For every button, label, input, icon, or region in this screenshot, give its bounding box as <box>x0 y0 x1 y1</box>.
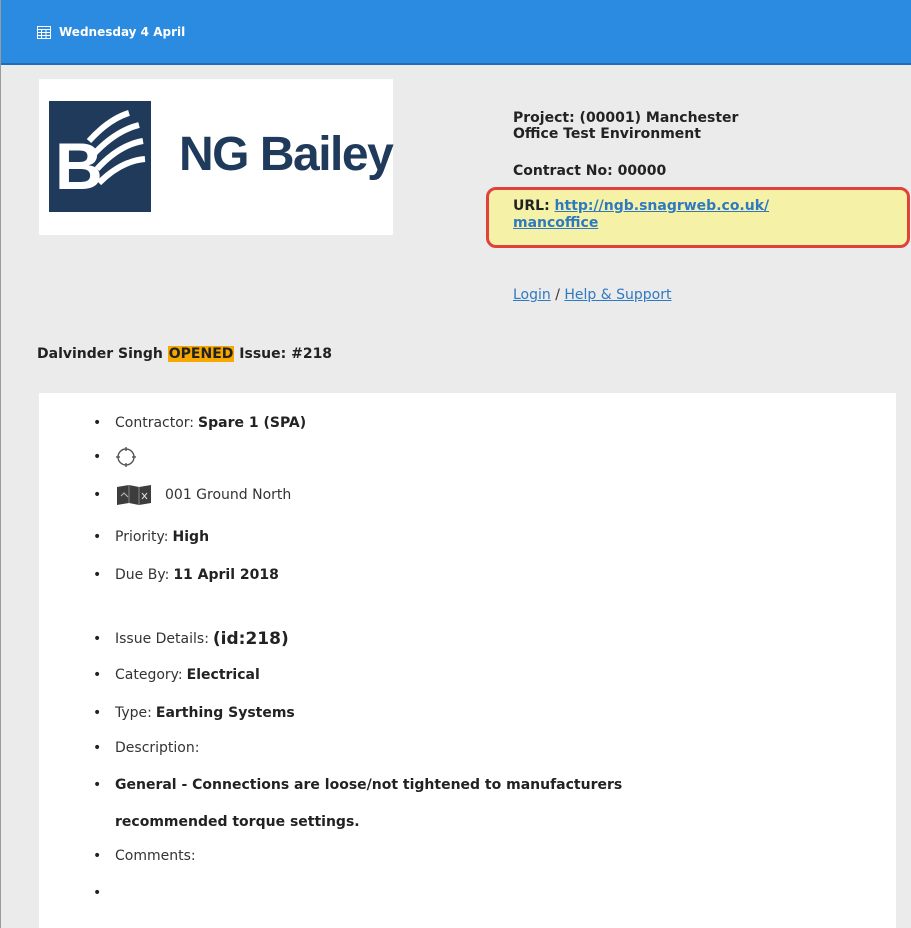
company-logo: B NG Bailey <box>39 79 394 235</box>
bullet: • <box>93 705 102 721</box>
bullet: • <box>93 567 102 583</box>
bullet: • <box>93 777 102 793</box>
date-label: Wednesday 4 April <box>59 25 186 39</box>
bullet: • <box>93 667 102 683</box>
help-support-link[interactable]: Help & Support <box>564 287 671 303</box>
list-item-target: • <box>93 446 137 468</box>
type-value: Earthing Systems <box>155 705 295 721</box>
list-item-contractor: • Contractor: Spare 1 (SPA) <box>93 415 306 431</box>
logo-mark: B <box>49 101 151 212</box>
bullet: • <box>93 885 102 901</box>
email-frame: Wednesday 4 April B NG Bailey Project: (… <box>0 0 911 928</box>
bullet: • <box>93 449 102 465</box>
category-value: Electrical <box>186 667 260 683</box>
url-label: URL: <box>513 198 555 214</box>
header-date: Wednesday 4 April <box>37 25 185 39</box>
bullet: • <box>93 848 102 864</box>
bullet: • <box>93 740 102 756</box>
description-text-line1: General - Connections are loose/not tigh… <box>115 777 623 793</box>
contractor-value: Spare 1 (SPA) <box>198 415 307 431</box>
url-link-line1[interactable]: http://ngb.snagrweb.co.uk/ <box>555 198 770 214</box>
calendar-icon <box>37 25 51 39</box>
priority-value: High <box>172 529 210 545</box>
description-text-line2: recommended torque settings. <box>115 814 360 830</box>
type-label: Type: <box>115 705 152 721</box>
list-item-issue-details: • Issue Details: (id:218) <box>93 629 289 649</box>
list-item-location: • 001 Ground North <box>93 484 291 506</box>
list-item-type: • Type: Earthing Systems <box>93 705 295 721</box>
svg-text:B: B <box>55 129 103 203</box>
project-title-line1: Project: (00001) Manchester <box>513 110 739 126</box>
comments-label: Comments: <box>115 848 196 864</box>
login-help-links: Login / Help & Support <box>513 287 671 303</box>
list-item-empty: • <box>93 885 115 901</box>
issue-event-line: Dalvinder Singh OPENED Issue: #218 <box>37 346 332 362</box>
status-badge: OPENED <box>167 346 235 362</box>
floor-plan-icon <box>117 485 151 505</box>
bullet: • <box>93 415 102 431</box>
target-icon <box>116 447 136 467</box>
description-continuation: recommended torque settings. <box>115 814 360 830</box>
project-title: Project: (00001) Manchester Office Test … <box>513 110 853 142</box>
url-link-line2[interactable]: mancoffice <box>513 215 598 231</box>
login-link[interactable]: Login <box>513 287 551 303</box>
project-title-line2: Office Test Environment <box>513 126 701 142</box>
link-separator: / <box>550 287 565 303</box>
issue-number: Issue: #218 <box>239 346 333 362</box>
header-divider <box>1 63 911 65</box>
logo-b-icon: B <box>55 110 146 203</box>
category-label: Category: <box>115 667 183 683</box>
contract-number: Contract No: 00000 <box>513 163 667 179</box>
contractor-label: Contractor: <box>115 415 195 431</box>
issue-details-value: (id:218) <box>212 629 289 649</box>
due-label: Due By: <box>115 567 170 583</box>
list-item-comments: • Comments: <box>93 848 196 864</box>
list-item-category: • Category: Electrical <box>93 667 260 683</box>
list-item-priority: • Priority: High <box>93 529 209 545</box>
priority-label: Priority: <box>115 529 169 545</box>
event-user: Dalvinder Singh <box>37 346 163 362</box>
bullet: • <box>93 487 102 503</box>
list-item-description-text: • General - Connections are loose/not ti… <box>93 777 622 793</box>
bullet: • <box>93 529 102 545</box>
bullet: • <box>93 631 102 647</box>
logo-text: NG Bailey <box>179 128 394 181</box>
project-url: URL: http://ngb.snagrweb.co.uk/mancoffic… <box>513 198 873 232</box>
location-text: 001 Ground North <box>165 487 292 503</box>
list-item-due: • Due By: 11 April 2018 <box>93 567 279 583</box>
list-item-description: • Description: <box>93 740 199 756</box>
issue-details-label: Issue Details: <box>115 631 209 647</box>
description-label: Description: <box>115 740 200 756</box>
due-value: 11 April 2018 <box>173 567 279 583</box>
